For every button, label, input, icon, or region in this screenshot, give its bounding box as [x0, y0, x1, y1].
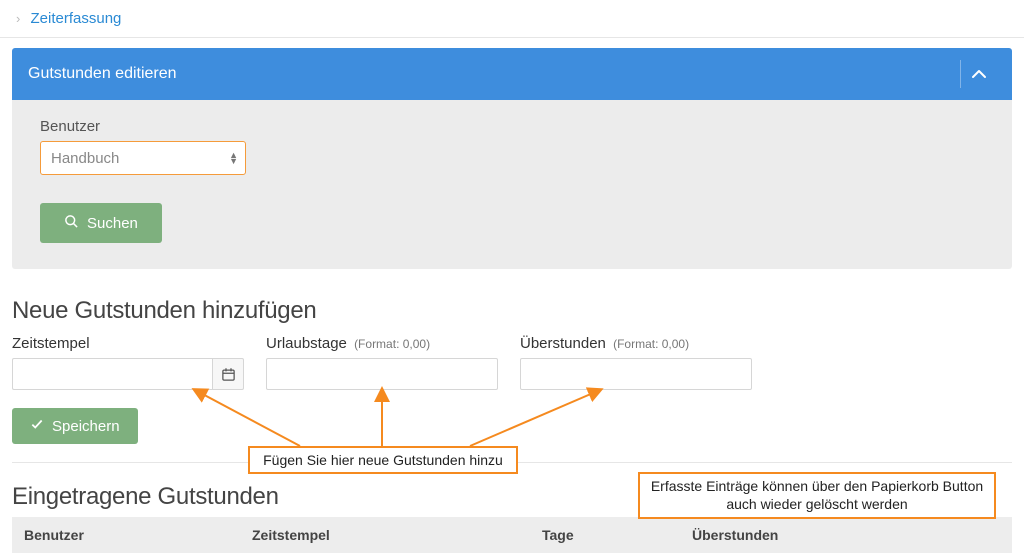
overtime-hint: (Format: 0,00) — [613, 337, 689, 351]
chevron-up-icon — [971, 69, 987, 79]
panel-body: Benutzer Handbuch ▲▼ Suchen — [12, 100, 1012, 269]
save-button[interactable]: Speichern — [12, 408, 138, 444]
divider — [0, 37, 1024, 38]
add-form: Zeitstempel Urlaubstage (Format: 0,00) — [12, 335, 1012, 390]
breadcrumb: › Zeiterfassung — [12, 6, 1012, 37]
calendar-button[interactable] — [212, 358, 244, 390]
annotation-delete-hint: Erfasste Einträge können über den Papier… — [638, 472, 996, 519]
calendar-icon — [221, 367, 236, 382]
vacation-input[interactable] — [266, 358, 498, 390]
overtime-input[interactable] — [520, 358, 752, 390]
panel-collapse-button[interactable] — [960, 60, 996, 88]
annotation-add-here: Fügen Sie hier neue Gutstunden hinzu — [248, 446, 518, 474]
user-select[interactable]: Handbuch — [40, 141, 246, 175]
timestamp-input[interactable] — [12, 358, 212, 390]
vacation-label: Urlaubstage — [266, 335, 347, 352]
search-button[interactable]: Suchen — [40, 203, 162, 243]
add-heading: Neue Gutstunden hinzufügen — [12, 297, 1012, 325]
panel-title: Gutstunden editieren — [28, 65, 177, 83]
user-label: Benutzer — [40, 118, 984, 135]
col-timestamp: Zeitstempel — [252, 527, 542, 543]
check-icon — [30, 417, 44, 435]
timestamp-label: Zeitstempel — [12, 335, 90, 352]
breadcrumb-link-zeiterfassung[interactable]: Zeiterfassung — [31, 10, 122, 27]
search-button-label: Suchen — [87, 215, 138, 232]
overtime-label: Überstunden — [520, 335, 606, 352]
col-user: Benutzer — [24, 527, 252, 543]
vacation-hint: (Format: 0,00) — [354, 337, 430, 351]
entries-table-header: Benutzer Zeitstempel Tage Überstunden — [12, 517, 1012, 553]
col-overtime: Überstunden — [692, 527, 1000, 543]
search-icon — [64, 214, 79, 233]
chevron-right-icon: › — [16, 11, 20, 26]
col-days: Tage — [542, 527, 692, 543]
panel-header: Gutstunden editieren — [12, 48, 1012, 100]
save-button-label: Speichern — [52, 418, 120, 435]
